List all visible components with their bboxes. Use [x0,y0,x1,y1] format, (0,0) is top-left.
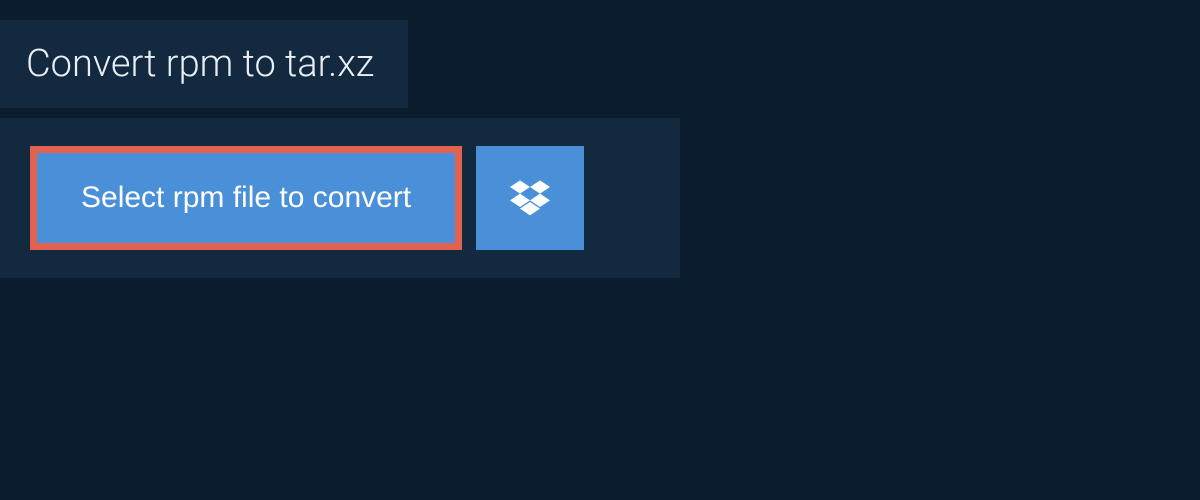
select-file-button[interactable]: Select rpm file to convert [37,153,455,243]
dropbox-button[interactable] [476,146,584,250]
page-title: Convert rpm to tar.xz [0,20,408,108]
dropbox-icon [510,177,550,220]
upload-panel: Select rpm file to convert [0,118,680,278]
select-file-highlight: Select rpm file to convert [30,146,462,250]
button-row: Select rpm file to convert [30,146,650,250]
